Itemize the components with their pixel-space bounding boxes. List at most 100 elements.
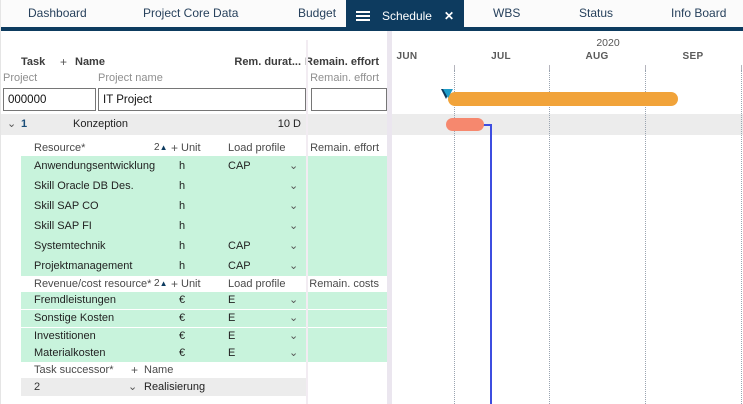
cost-resource-row[interactable]: Investitionen € E ⌄ [21, 328, 387, 345]
resource-unit: h [179, 200, 186, 212]
project-name-input[interactable] [98, 88, 306, 111]
gantt-month-label: SEP [682, 51, 704, 62]
resource-unit: h [179, 240, 186, 252]
dropdown-icon[interactable]: ⌄ [289, 236, 298, 256]
cost-resource-unit: € [179, 312, 186, 324]
tab-schedule-label: Schedule [381, 8, 432, 23]
sort-asc-icon[interactable]: 2▲ [154, 276, 167, 292]
project-gantt-bar[interactable] [448, 92, 678, 106]
dropdown-icon[interactable]: ⌄ [289, 292, 298, 309]
gridline [549, 70, 550, 404]
cost-resource-header-row: Revenue/cost resource* 2▲ + Unit Load pr… [1, 276, 387, 292]
task-successor-row[interactable]: 2 ⌄ Realisierung [21, 378, 306, 396]
unit-header-label: Unit [181, 142, 201, 154]
dropdown-icon[interactable]: ⌄ [289, 156, 298, 176]
gantt-month-label: AUG [585, 51, 609, 62]
cost-resource-name: Sonstige Kosten [34, 312, 115, 324]
load-profile-header-label: Load profile [228, 142, 286, 154]
resource-unit: h [179, 220, 186, 232]
tab-budget[interactable]: Budget [298, 0, 336, 27]
gantt-year-label: 2020 [596, 37, 620, 49]
successor-number: 2 [34, 381, 41, 393]
cost-resource-header-label: Revenue/cost resource* [34, 278, 152, 290]
dropdown-icon[interactable]: ⌄ [289, 176, 298, 196]
dropdown-icon[interactable]: ⌄ [289, 328, 298, 345]
task-successor-header-row: Task successor* + Name [1, 362, 387, 378]
tab-dashboard[interactable]: Dashboard [28, 0, 87, 27]
gantt-month-label: JUL [491, 51, 511, 62]
remain-costs-header-label: Remain. costs [309, 278, 379, 290]
tab-project-core-data[interactable]: Project Core Data [143, 0, 238, 27]
resource-row[interactable]: Skill SAP CO h ⌄ [21, 196, 387, 216]
project-id-input[interactable] [3, 88, 96, 111]
dropdown-icon[interactable]: ⌄ [289, 310, 298, 327]
resource-row[interactable]: Skill SAP FI h ⌄ [21, 216, 387, 236]
gantt-task-row-band [392, 114, 743, 135]
col-name-label: Name [75, 56, 105, 68]
column-separator [306, 40, 308, 404]
resource-name: Skill SAP CO [34, 200, 99, 212]
cost-resource-row[interactable]: Materialkosten € E ⌄ [21, 345, 387, 362]
cost-resource-name: Fremdleistungen [34, 294, 116, 306]
tab-info-board[interactable]: Info Board [671, 0, 726, 27]
unit-header-label: Unit [181, 278, 201, 290]
task-rem-duration: 10 D [277, 118, 301, 130]
add-resource-button[interactable]: + [171, 140, 178, 156]
resource-name: Systemtechnik [34, 240, 106, 252]
dropdown-icon[interactable]: ⌄ [128, 378, 137, 396]
dropdown-icon[interactable]: ⌄ [289, 196, 298, 216]
resource-row[interactable]: Systemtechnik h CAP ⌄ [21, 236, 387, 256]
task-gantt-bar-konzeption[interactable] [446, 118, 484, 131]
cost-resource-unit: € [179, 294, 186, 306]
task-row-konzeption[interactable]: ⌄ 1 Konzeption 10 D [1, 114, 387, 135]
close-icon[interactable]: ✕ [444, 9, 454, 23]
project-remain-effort-input[interactable] [311, 88, 387, 111]
resource-row[interactable]: Anwendungsentwicklung h CAP ⌄ [21, 156, 387, 176]
successor-name-header-label: Name [144, 364, 174, 376]
task-successor-header-label: Task successor* [34, 364, 114, 376]
remain-effort-header-label: Remain. effort [310, 142, 379, 154]
gridline [645, 70, 646, 404]
resource-load-profile: CAP [228, 260, 251, 272]
cost-resource-load-profile: E [228, 312, 236, 324]
dropdown-icon[interactable]: ⌄ [289, 216, 298, 236]
table-header-row: Task + Name Rem. durat... Remain. effort [1, 55, 387, 70]
dependency-connector [490, 124, 492, 404]
col-task-label: Task [21, 56, 46, 68]
cost-resource-load-profile: E [228, 330, 236, 342]
sort-asc-icon[interactable]: 2▲ [154, 140, 167, 156]
schedule-window: Dashboard Project Core Data Budget WBS S… [0, 0, 743, 404]
table-subheader-row: Project Project name Remain. effort [1, 71, 387, 86]
gantt-chart: 2020 JUN JUL AUG SEP [392, 31, 743, 404]
chevron-down-icon[interactable]: ⌄ [7, 114, 16, 135]
project-name-label: Project name [98, 72, 163, 84]
add-cost-resource-button[interactable]: + [171, 276, 178, 292]
remain-effort-sublabel: Remain. effort [310, 72, 379, 84]
add-successor-button[interactable]: + [131, 362, 138, 378]
load-profile-header-label: Load profile [228, 278, 286, 290]
cost-resource-name: Materialkosten [34, 347, 106, 359]
dropdown-icon[interactable]: ⌄ [289, 256, 298, 276]
cost-resource-unit: € [179, 347, 186, 359]
cost-resource-row[interactable]: Sonstige Kosten € E ⌄ [21, 310, 387, 327]
col-remain-effort-label: Remain. effort [305, 56, 379, 68]
milestone-marker-icon[interactable] [443, 89, 453, 98]
menu-icon[interactable] [355, 10, 370, 21]
task-name: Konzeption [73, 118, 129, 130]
col-rem-duration-label: Rem. durat... [234, 56, 301, 68]
resource-name: Projektmanagement [34, 260, 133, 272]
resource-header-label: Resource* [34, 142, 86, 154]
tab-wbs[interactable]: WBS [493, 0, 520, 27]
gantt-month-label: JUN [396, 51, 418, 62]
resource-row[interactable]: Projektmanagement h CAP ⌄ [21, 256, 387, 276]
resource-row[interactable]: Skill Oracle DB Des. h ⌄ [21, 176, 387, 196]
resource-unit: h [179, 160, 186, 172]
cost-resource-row[interactable]: Fremdleistungen € E ⌄ [21, 292, 387, 309]
cost-resource-load-profile: E [228, 347, 236, 359]
resource-load-profile: CAP [228, 160, 251, 172]
tab-status[interactable]: Status [579, 0, 613, 27]
dropdown-icon[interactable]: ⌄ [289, 345, 298, 362]
add-task-button[interactable]: + [60, 55, 67, 70]
resource-name: Skill Oracle DB Des. [34, 180, 134, 192]
resource-name: Anwendungsentwicklung [34, 160, 156, 172]
